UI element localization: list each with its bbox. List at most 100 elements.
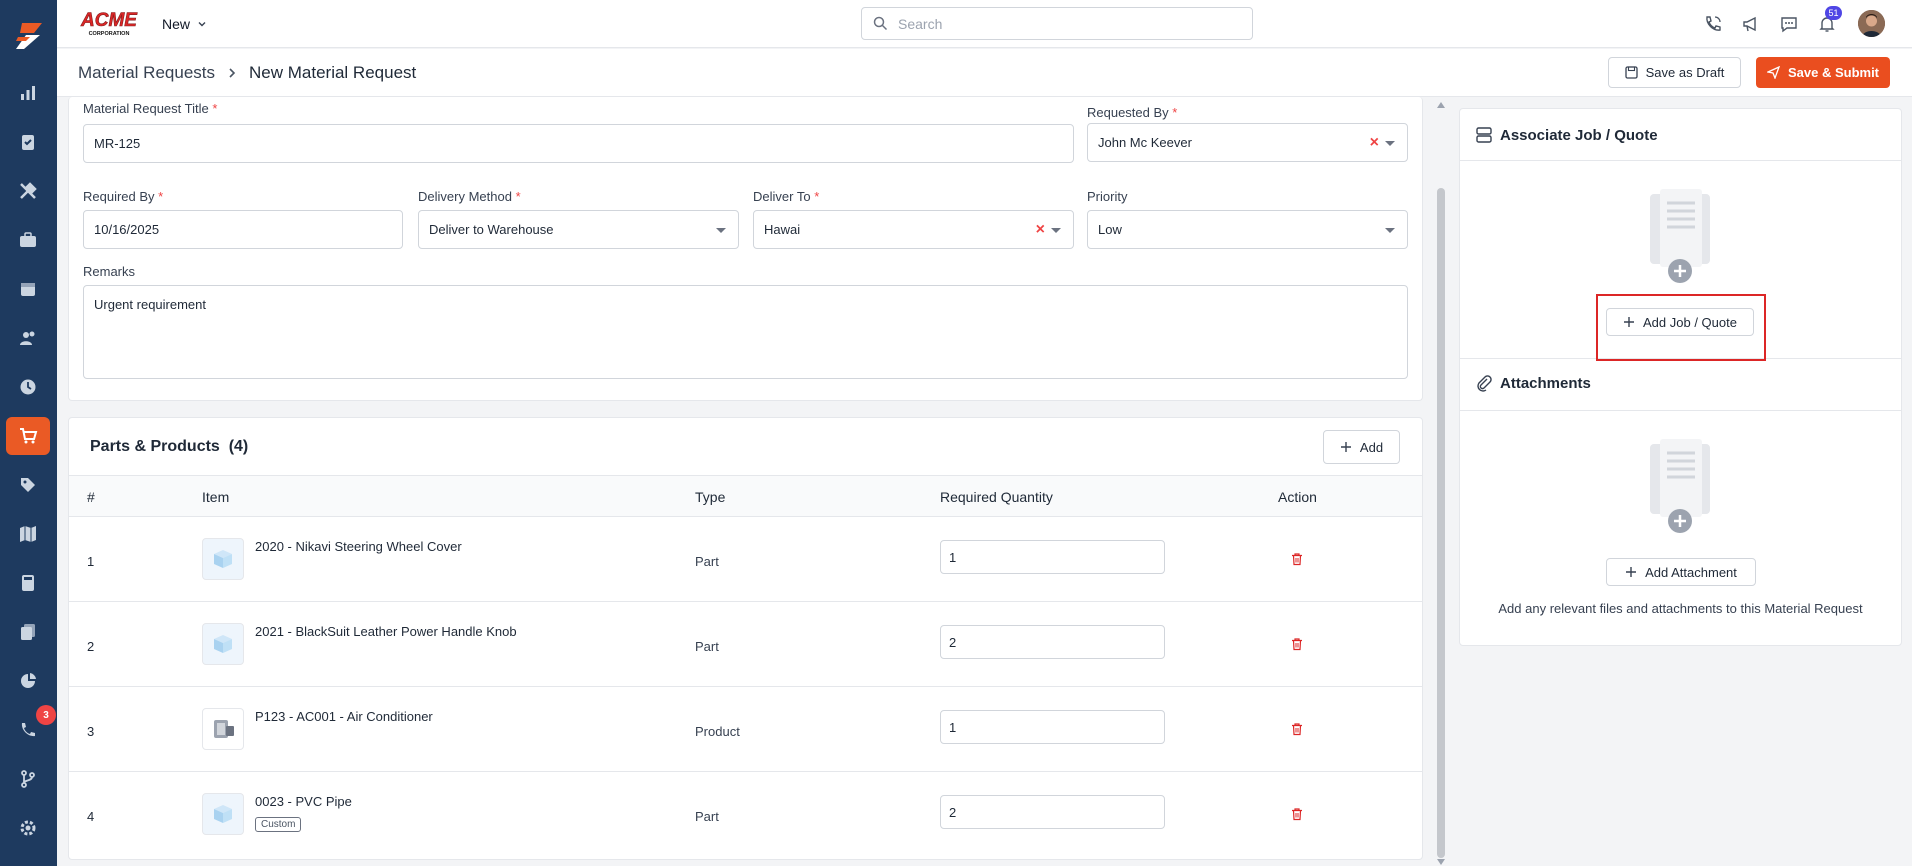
quantity-input[interactable]: 1	[940, 540, 1165, 574]
parts-title: Parts & Products (4)	[90, 438, 249, 455]
add-part-label: Add	[1359, 439, 1384, 455]
scroll-up-arrow[interactable]	[1437, 102, 1445, 108]
add-attachment-label: Add Attachment	[1645, 564, 1737, 580]
trash-icon[interactable]	[1290, 807, 1304, 821]
map-icon	[18, 524, 38, 544]
sidebar-item-dashboard[interactable]	[6, 74, 50, 112]
layers-icon	[1476, 127, 1492, 143]
sidebar-item-workflows[interactable]	[6, 760, 50, 798]
settings-icon	[18, 818, 38, 838]
clear-icon[interactable]: ×	[1370, 135, 1379, 151]
delivery-method-select[interactable]: Deliver to Warehouse	[418, 210, 739, 249]
quantity-input[interactable]: 2	[940, 795, 1165, 829]
chevron-down-icon	[197, 19, 207, 29]
page-title: New Material Request	[249, 63, 417, 82]
caret-down-icon	[1051, 228, 1061, 233]
sidebar-item-documents[interactable]	[6, 613, 50, 651]
caret-down-icon	[1385, 141, 1395, 146]
chevron-right-icon	[227, 67, 237, 79]
main-scrollbar[interactable]	[1436, 100, 1446, 866]
sidebar-item-calendar[interactable]	[6, 270, 50, 308]
phone-call-button[interactable]	[1701, 12, 1725, 36]
trash-icon[interactable]	[1290, 552, 1304, 566]
add-part-button[interactable]: Add	[1323, 430, 1400, 464]
divider	[1460, 410, 1901, 411]
col-required-quantity: Required Quantity	[940, 489, 1053, 505]
required-by-date-input[interactable]: 10/16/2025	[83, 210, 403, 249]
users-icon	[18, 328, 38, 348]
acme-logo[interactable]: ACME CORPORATION	[78, 9, 140, 37]
sidebar-item-reports[interactable]	[6, 662, 50, 700]
phone-icon	[1703, 14, 1723, 34]
row-number: 3	[87, 724, 95, 739]
table-row: 4 0023 - PVC Pipe Custom Part 2	[69, 772, 1422, 857]
requested-by-select[interactable]: John Mc Keever ×	[1087, 123, 1408, 162]
notification-count-badge: 51	[1825, 6, 1842, 20]
col-item: Item	[202, 489, 230, 505]
sidebar-item-invoices[interactable]	[6, 564, 50, 602]
send-icon	[1766, 66, 1780, 79]
material-request-form: Material Request Title * MR-125 Requeste…	[68, 97, 1423, 401]
caret-down-icon	[716, 228, 726, 233]
priority-select[interactable]: Low	[1087, 210, 1408, 249]
box-icon	[202, 623, 244, 665]
remarks-textarea[interactable]: Urgent requirement	[83, 285, 1408, 379]
sidebar-item-map[interactable]	[6, 515, 50, 553]
right-panel: Associate Job / Quote Add Job / Quote At…	[1459, 108, 1902, 646]
trash-icon[interactable]	[1290, 637, 1304, 651]
attachments-title: Attachments	[1500, 375, 1591, 392]
add-attachment-button[interactable]: Add Attachment	[1606, 558, 1756, 586]
notifications-button[interactable]: 51	[1815, 6, 1842, 36]
tools-icon	[18, 181, 38, 201]
sidebar-item-timesheets[interactable]	[6, 368, 50, 406]
sidebar-item-purchasing[interactable]	[6, 417, 50, 455]
sidebar-item-pricing[interactable]	[6, 466, 50, 504]
delivery-method-label: Delivery Method *	[418, 189, 521, 204]
trash-icon[interactable]	[1290, 722, 1304, 736]
new-menu[interactable]: New	[162, 16, 207, 32]
avatar[interactable]	[1858, 10, 1885, 37]
sidebar-item-jobs[interactable]	[6, 123, 50, 161]
scrollbar-thumb[interactable]	[1437, 188, 1445, 858]
document-placeholder-icon	[1650, 189, 1710, 283]
box-icon	[202, 538, 244, 580]
priority-label: Priority	[1087, 189, 1128, 204]
announcements-button[interactable]	[1739, 12, 1763, 36]
highlight-box	[1596, 294, 1766, 361]
scroll-down-arrow[interactable]	[1437, 859, 1445, 865]
svg-text:CORPORATION: CORPORATION	[89, 31, 130, 37]
save-draft-button[interactable]: Save as Draft	[1608, 57, 1741, 88]
col-action: Action	[1278, 489, 1317, 505]
quantity-input[interactable]: 2	[940, 625, 1165, 659]
chat-icon	[1779, 14, 1799, 34]
quantity-input[interactable]: 1	[940, 710, 1165, 744]
messages-button[interactable]	[1777, 12, 1801, 36]
save-submit-button[interactable]: Save & Submit	[1756, 57, 1890, 88]
item-type: Part	[695, 809, 719, 824]
sidebar-item-tools[interactable]	[6, 172, 50, 210]
search-input[interactable]	[898, 15, 1218, 32]
item-name: 2021 - BlackSuit Leather Power Handle Kn…	[255, 624, 517, 639]
item-type: Part	[695, 554, 719, 569]
row-number: 2	[87, 639, 95, 654]
breadcrumb-parent[interactable]: Material Requests	[78, 63, 215, 83]
sidebar-item-inventory[interactable]	[6, 221, 50, 259]
phone-icon	[18, 720, 38, 740]
box-icon	[202, 793, 244, 835]
cart-icon	[18, 426, 38, 446]
app-logo-icon[interactable]	[0, 10, 57, 62]
tag-icon	[18, 475, 38, 495]
custom-tag: Custom	[255, 817, 302, 832]
sidebar-item-calls[interactable]: 3	[6, 705, 56, 749]
remarks-label: Remarks	[83, 264, 136, 279]
clear-icon[interactable]: ×	[1036, 222, 1045, 238]
search-box[interactable]	[861, 7, 1253, 40]
git-branch-icon	[18, 769, 38, 789]
deliver-to-select[interactable]: Hawai ×	[753, 210, 1074, 249]
megaphone-icon	[1741, 14, 1761, 34]
sidebar-item-settings[interactable]	[6, 809, 50, 847]
sidebar-item-customers[interactable]	[6, 319, 50, 357]
calendar-icon	[18, 279, 38, 299]
paperclip-icon	[1477, 375, 1492, 392]
title-input[interactable]: MR-125	[83, 124, 1074, 163]
